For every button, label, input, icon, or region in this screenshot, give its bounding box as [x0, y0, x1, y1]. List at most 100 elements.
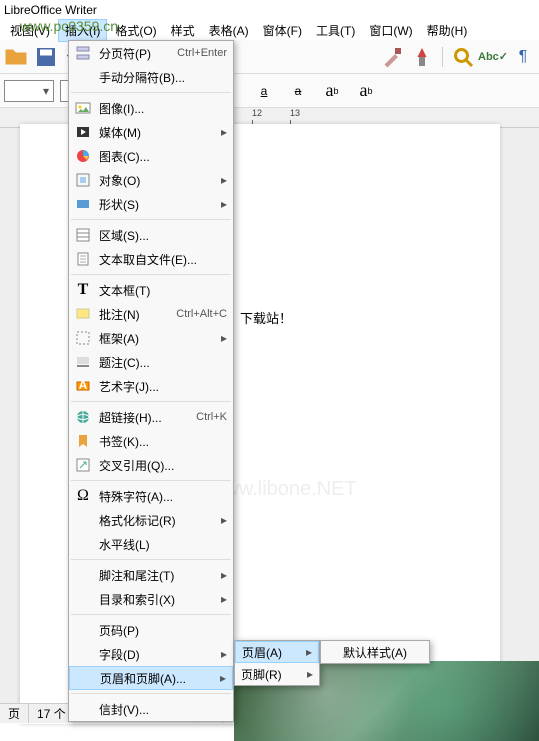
menu-item-label: 文本框(T) — [99, 282, 227, 299]
menu-item-13[interactable]: 批注(N) Ctrl+Alt+C — [69, 302, 233, 326]
menu-item-label: 格式化标记(R) — [99, 512, 217, 529]
save-icon[interactable] — [34, 45, 58, 69]
menu-item-1[interactable]: 手动分隔符(B)... — [69, 65, 233, 89]
menu-insert[interactable]: 插入(I) — [58, 19, 107, 42]
blank-icon — [73, 68, 93, 86]
menu-styles[interactable]: 样式 — [165, 20, 201, 41]
menu-item-label: 图表(C)... — [99, 148, 227, 165]
textbox-icon: T — [73, 281, 93, 299]
menu-item-24[interactable]: 水平线(L) — [69, 532, 233, 556]
blank-icon — [73, 511, 93, 529]
menu-item-label: 艺术字(J)... — [99, 378, 227, 395]
brush-icon[interactable] — [380, 45, 404, 69]
menu-item-33[interactable]: 信封(V)... — [69, 697, 233, 721]
menu-view[interactable]: 视图(V) — [4, 20, 56, 41]
open-icon[interactable] — [4, 45, 28, 69]
menu-item-14[interactable]: 框架(A)▸ — [69, 326, 233, 350]
menu-separator — [71, 401, 231, 402]
chart-icon — [73, 147, 93, 165]
style-combo[interactable]: ▾ — [4, 80, 54, 102]
svg-text:A: A — [79, 378, 88, 392]
menu-item-16[interactable]: A 艺术字(J)... — [69, 374, 233, 398]
menu-item-4[interactable]: 媒体(M) ▸ — [69, 120, 233, 144]
menu-item-label: 批注(N) — [99, 306, 168, 323]
menu-item-29[interactable]: 页码(P) — [69, 618, 233, 642]
spellcheck-icon[interactable]: Abc✓ — [481, 45, 505, 69]
menu-item-20[interactable]: 交叉引用(Q)... — [69, 453, 233, 477]
image-icon — [73, 99, 93, 117]
menu-separator — [71, 693, 231, 694]
chevron-right-icon: ▸ — [307, 667, 313, 681]
menu-item-5[interactable]: 图表(C)... — [69, 144, 233, 168]
special-icon: Ω — [73, 487, 93, 505]
menu-item-19[interactable]: 书签(K)... — [69, 429, 233, 453]
menu-separator — [71, 480, 231, 481]
chevron-right-icon: ▸ — [221, 592, 227, 606]
menu-item-15[interactable]: 题注(C)... — [69, 350, 233, 374]
menu-item-label: 页眉和页脚(A)... — [100, 670, 216, 687]
menu-item-label: 文本取自文件(E)... — [99, 251, 227, 268]
insert-menu-dropdown: 分页符(P)Ctrl+Enter手动分隔符(B)...图像(I)...媒体(M)… — [68, 40, 234, 722]
blank-icon — [73, 590, 93, 608]
menu-item-label: 分页符(P) — [99, 45, 169, 62]
menu-form[interactable]: 窗体(F) — [257, 20, 308, 41]
menu-shortcut: Ctrl+Enter — [177, 47, 227, 59]
clone-format-icon[interactable] — [410, 45, 434, 69]
menu-table[interactable]: 表格(A) — [203, 20, 255, 41]
menu-item-label: 媒体(M) — [99, 124, 217, 141]
menu-item-10[interactable]: 文本取自文件(E)... — [69, 247, 233, 271]
blank-icon — [73, 700, 93, 718]
menu-separator — [71, 614, 231, 615]
submenu-header[interactable]: 页眉(A)▸ — [235, 641, 319, 663]
find-icon[interactable] — [451, 45, 475, 69]
menu-item-31[interactable]: 页眉和页脚(A)... ▸ — [69, 666, 233, 690]
subscript-button[interactable]: ab — [352, 78, 380, 104]
menu-item-0[interactable]: 分页符(P) Ctrl+Enter — [69, 41, 233, 65]
superscript-button[interactable]: ab — [318, 78, 346, 104]
bookmark-icon — [73, 432, 93, 450]
menu-item-30[interactable]: 字段(D)▸ — [69, 642, 233, 666]
menu-shortcut: Ctrl+K — [196, 411, 227, 423]
menu-item-22[interactable]: Ω 特殊字符(A)... — [69, 484, 233, 508]
menu-item-26[interactable]: 脚注和尾注(T)▸ — [69, 563, 233, 587]
menu-item-label: 框架(A) — [99, 330, 217, 347]
app-title: LibreOffice Writer — [4, 3, 97, 17]
menu-tools[interactable]: 工具(T) — [310, 20, 361, 41]
submenu-default-style[interactable]: 默认样式(A) — [321, 641, 429, 663]
chevron-right-icon: ▸ — [306, 645, 312, 659]
menu-format[interactable]: 格式(O) — [109, 20, 162, 41]
underline-button[interactable]: a — [250, 78, 278, 104]
menu-item-9[interactable]: 区域(S)... — [69, 223, 233, 247]
menu-item-6[interactable]: 对象(O)▸ — [69, 168, 233, 192]
menu-item-3[interactable]: 图像(I)... — [69, 96, 233, 120]
menu-item-label: 手动分隔符(B)... — [99, 69, 227, 86]
menu-help[interactable]: 帮助(H) — [421, 20, 474, 41]
menu-item-label: 形状(S) — [99, 196, 217, 213]
menu-bar: 视图(V) 插入(I) 格式(O) 样式 表格(A) 窗体(F) 工具(T) 窗… — [0, 20, 539, 40]
menu-item-label: 水平线(L) — [99, 536, 227, 553]
menu-separator — [71, 559, 231, 560]
header-style-submenu: 默认样式(A) — [320, 640, 430, 664]
pilcrow-icon[interactable]: ¶ — [511, 45, 535, 69]
chevron-right-icon: ▸ — [220, 671, 226, 685]
menu-separator — [71, 92, 231, 93]
caption-icon — [73, 353, 93, 371]
document-text: 下载站！ — [240, 308, 292, 327]
menu-item-23[interactable]: 格式化标记(R)▸ — [69, 508, 233, 532]
menu-item-27[interactable]: 目录和索引(X)▸ — [69, 587, 233, 611]
blank-icon — [73, 621, 93, 639]
menu-item-label: 书签(K)... — [99, 433, 227, 450]
strikethrough-button[interactable]: a — [284, 78, 312, 104]
chevron-right-icon: ▸ — [221, 125, 227, 139]
menu-item-18[interactable]: 超链接(H)...Ctrl+K — [69, 405, 233, 429]
status-page[interactable]: 页 — [0, 704, 29, 723]
menu-shortcut: Ctrl+Alt+C — [176, 308, 227, 320]
blank-icon — [73, 566, 93, 584]
menu-window[interactable]: 窗口(W) — [363, 20, 418, 41]
submenu-footer[interactable]: 页脚(R)▸ — [235, 663, 319, 685]
menu-item-7[interactable]: 形状(S)▸ — [69, 192, 233, 216]
menu-item-12[interactable]: T 文本框(T) — [69, 278, 233, 302]
menu-item-label: 脚注和尾注(T) — [99, 567, 217, 584]
menu-item-label: 特殊字符(A)... — [99, 488, 227, 505]
fontwork-icon: A — [73, 377, 93, 395]
